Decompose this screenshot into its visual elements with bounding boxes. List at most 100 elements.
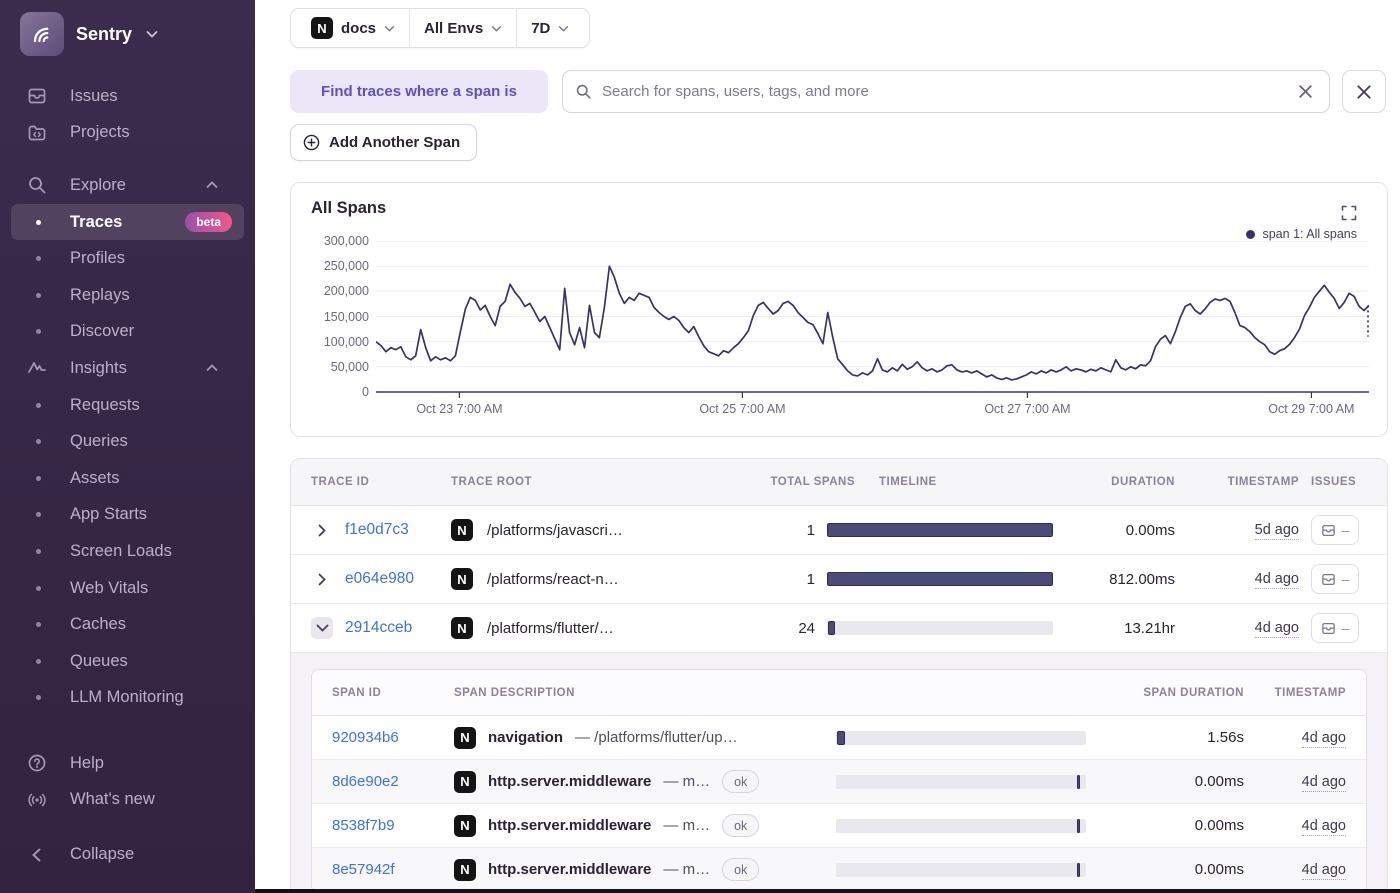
page-filter-bar: N docs All Envs 7D [290,8,591,48]
span-id-link[interactable]: 920934b6 [332,729,442,746]
nextjs-icon: N [451,568,473,590]
spans-sub-table: SPAN ID SPAN DESCRIPTION SPAN DURATION T… [311,669,1367,893]
issues-icon [1321,573,1335,585]
sidebar-item-traces[interactable]: Traces beta [11,203,244,241]
timestamp[interactable]: 4d ago [1301,861,1346,880]
timestamp[interactable]: 4d ago [1301,773,1346,792]
date-range-selector[interactable]: 7D [517,9,583,47]
sidebar-item-label: Help [70,753,104,772]
timestamp[interactable]: 4d ago [1301,729,1346,748]
span-id-link[interactable]: 8d6e90e2 [332,773,442,790]
sidebar-item-queues[interactable]: Queues [0,643,255,680]
col-header-timeline: TIMELINE [879,476,937,488]
expand-chart-button[interactable] [1341,205,1357,221]
issues-button[interactable]: – [1311,564,1359,594]
timestamp[interactable]: 4d ago [1301,817,1346,836]
sidebar-item-queries[interactable]: Queries [0,423,255,460]
span-row[interactable]: 920934b6 Nnavigation — /platforms/flutter… [312,716,1366,760]
sidebar-item-label: Caches [70,615,126,634]
sidebar-item-projects[interactable]: Projects [0,115,255,152]
sidebar-section-explore[interactable]: Explore [0,167,255,204]
remove-span-filter-button[interactable] [1342,70,1386,113]
span-op: http.server.middleware [488,817,652,834]
chevron-left-icon [27,845,47,865]
chevron-right-icon [318,524,326,536]
sidebar-nav: Issues Projects Explore Traces beta Prof… [0,78,255,873]
span-search-bar [562,70,1330,113]
y-tick-label: 100,000 [323,334,369,349]
sidebar-section-insights[interactable]: Insights [0,350,255,387]
sidebar-item-app-starts[interactable]: App Starts [0,497,255,534]
sidebar-item-requests[interactable]: Requests [0,387,255,424]
sidebar-item-llm-monitoring[interactable]: LLM Monitoring [0,680,255,717]
sidebar-item-label: Screen Loads [70,541,172,560]
sidebar: Sentry Issues Projects Explore Traces be… [0,0,255,893]
sidebar-item-discover[interactable]: Discover [0,314,255,351]
span-row[interactable]: 8d6e90e2 Nhttp.server.middleware — m… ok 0… [312,760,1366,804]
beta-badge: beta [185,212,232,233]
timestamp[interactable]: 5d ago [1254,522,1299,540]
traces-table: TRACE ID TRACE ROOT TOTAL SPANS TIMELINE… [290,458,1388,893]
sidebar-item-replays[interactable]: Replays [0,277,255,314]
span-filter-chip: Find traces where a span is [290,70,548,113]
sidebar-item-caches[interactable]: Caches [0,606,255,643]
timeline-track [836,730,1086,745]
projects-icon [27,123,47,143]
span-row[interactable]: 8e57942f Nhttp.server.middleware — m… ok 0… [312,848,1366,892]
col-header-timestamp: TIMESTAMP [1227,476,1299,488]
timeline-track [836,818,1086,833]
span-description: — m… [663,773,711,790]
org-switcher[interactable]: Sentry [20,12,241,56]
sidebar-collapse-button[interactable]: Collapse [0,836,255,873]
chart-plot-area[interactable] [376,241,1369,401]
chart-title: All Spans [311,199,387,217]
sidebar-item-label: LLM Monitoring [70,688,184,707]
timestamp[interactable]: 4d ago [1254,571,1299,589]
environment-selector[interactable]: All Envs [410,9,516,47]
trace-row[interactable]: f1e0d7c3 N/platforms/javascri… 1 0.00ms … [291,506,1387,555]
sidebar-item-help[interactable]: Help [0,745,255,782]
bullet-icon [36,585,41,591]
timeline-marker [1077,862,1081,877]
fullscreen-icon [1341,205,1357,221]
bullet-icon [36,475,41,481]
bullet-icon [36,292,41,298]
collapse-row-button[interactable] [311,617,333,639]
sidebar-item-assets[interactable]: Assets [0,460,255,497]
x-tick-label: Oct 25 7:00 AM [699,402,786,416]
issues-button[interactable]: – [1311,515,1359,545]
sidebar-item-issues[interactable]: Issues [0,78,255,115]
nextjs-icon: N [454,858,476,881]
span-id-link[interactable]: 8e57942f [332,861,442,878]
sidebar-item-web-vitals[interactable]: Web Vitals [0,570,255,607]
table-header-row: TRACE ID TRACE ROOT TOTAL SPANS TIMELINE… [291,459,1387,506]
span-duration: 0.00ms [1194,817,1244,834]
trace-id-link[interactable]: 2914cceb [345,619,412,637]
trace-id-link[interactable]: e064e980 [345,570,414,588]
issues-count: – [1341,522,1350,538]
timeline-track [836,862,1086,877]
span-row[interactable]: 8538f7b9 Nhttp.server.middleware — m… ok 0… [312,804,1366,848]
bullet-icon [36,402,41,408]
sidebar-item-screen-loads[interactable]: Screen Loads [0,533,255,570]
expand-row-button[interactable] [311,519,333,541]
span-id-link[interactable]: 8538f7b9 [332,817,442,834]
trace-row[interactable]: e064e980 N/platforms/react-n… 1 812.00ms… [291,555,1387,604]
add-another-span-button[interactable]: Add Another Span [290,124,478,161]
span-search-input[interactable] [602,83,1284,100]
sidebar-item-label: Projects [70,123,130,142]
trace-id-link[interactable]: f1e0d7c3 [345,521,409,539]
project-selector[interactable]: N docs [297,9,409,47]
plus-circle-icon [303,134,320,151]
timestamp[interactable]: 4d ago [1254,620,1299,638]
col-header-trace-id: TRACE ID [311,476,370,488]
x-tick-label: Oct 29 7:00 AM [1268,402,1355,416]
sidebar-item-whats-new[interactable]: What's new [0,782,255,819]
expanded-trace-panel: SPAN ID SPAN DESCRIPTION SPAN DURATION T… [291,653,1387,893]
sidebar-item-profiles[interactable]: Profiles [0,240,255,277]
chart-legend[interactable]: span 1: All spans [1246,227,1357,241]
clear-search-button[interactable] [1294,80,1317,103]
issues-button[interactable]: – [1311,613,1359,643]
expand-row-button[interactable] [311,568,333,590]
trace-row-expanded[interactable]: 2914cceb N/platforms/flutter/… 24 13.21h… [291,604,1387,653]
